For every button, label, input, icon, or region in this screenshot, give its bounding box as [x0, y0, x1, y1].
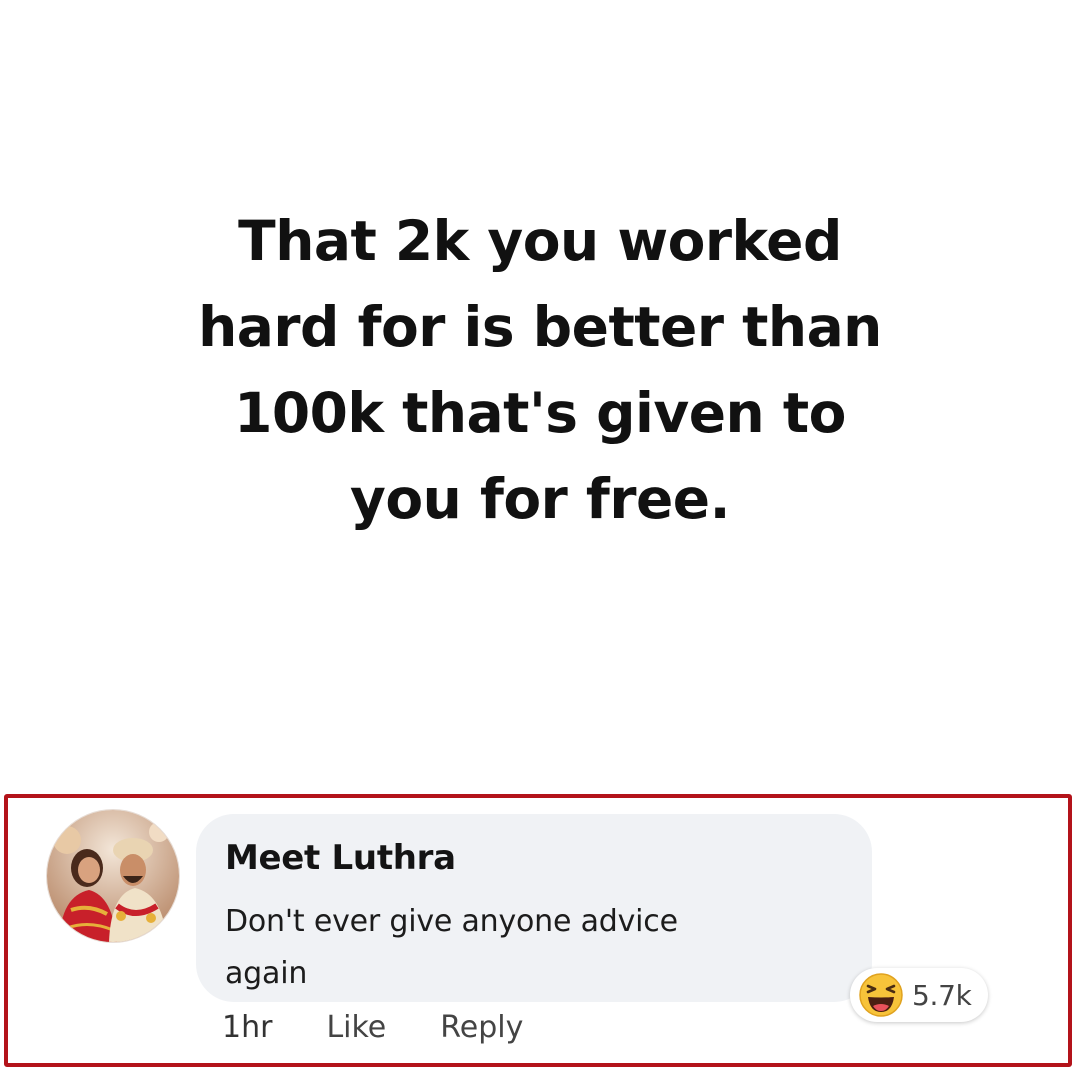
- quote-line: hard for is better than: [198, 295, 882, 359]
- quote-line: you for free.: [350, 467, 730, 531]
- comment-text-line: again: [225, 956, 308, 991]
- comment-text: Don't ever give anyone advice again: [225, 896, 785, 1000]
- highlighted-comment: Meet Luthra Don't ever give anyone advic…: [4, 794, 1072, 1067]
- quote-line: 100k that's given to: [234, 381, 846, 445]
- comment-text-line: Don't ever give anyone advice: [225, 904, 678, 939]
- haha-emoji-icon: [859, 973, 903, 1017]
- quote-line: That 2k you worked: [238, 209, 842, 273]
- comment-bubble: Meet Luthra Don't ever give anyone advic…: [196, 814, 872, 1002]
- comment-author[interactable]: Meet Luthra: [225, 836, 456, 880]
- quote-text: That 2k you worked hard for is better th…: [0, 198, 1080, 542]
- comment-actions: 1hr Like Reply: [222, 1008, 523, 1048]
- reply-button[interactable]: Reply: [440, 1008, 523, 1048]
- avatar-photo: [47, 810, 179, 942]
- avatar[interactable]: [47, 810, 179, 942]
- reaction-count: 5.7k: [912, 978, 972, 1012]
- like-button[interactable]: Like: [326, 1008, 386, 1048]
- reaction-summary[interactable]: 5.7k: [850, 968, 988, 1022]
- comment-timestamp[interactable]: 1hr: [222, 1008, 272, 1048]
